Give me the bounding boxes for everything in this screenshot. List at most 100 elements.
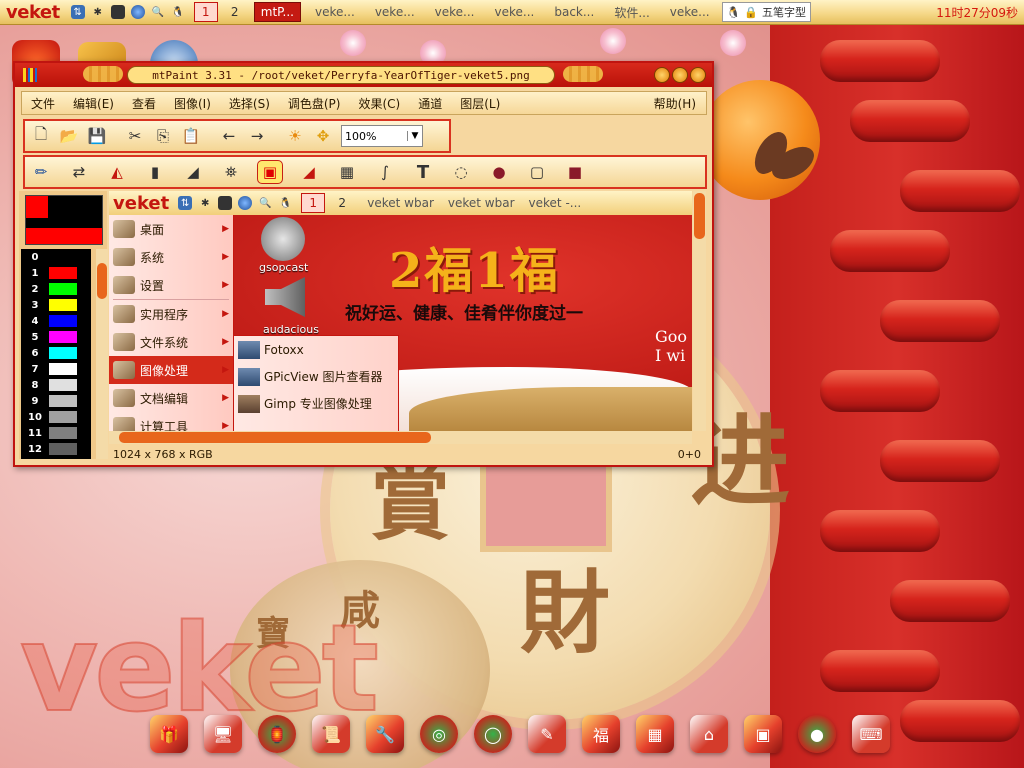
line-icon[interactable]: ▮ [143, 161, 167, 183]
palette-color-swatch[interactable] [49, 251, 77, 263]
clone-icon[interactable]: ⛯ [219, 161, 243, 183]
window-titlebar[interactable]: mtPaint 3.31 - /root/veket/Perryfa-YearO… [15, 63, 712, 87]
chevron-down-icon[interactable]: ▼ [407, 131, 422, 141]
dock-monitor-icon[interactable]: 🖥 [204, 715, 242, 753]
input-method-indicator[interactable]: 🐧 🔒 五笔字型 [721, 2, 812, 22]
lasso-icon[interactable]: ◢ [297, 161, 321, 183]
palette-color-swatch[interactable] [49, 427, 77, 439]
ellipse-fill-icon[interactable]: ● [487, 161, 511, 183]
scrollbar-thumb[interactable] [119, 432, 431, 443]
task-mtpaint[interactable]: mtP... [253, 2, 301, 22]
task-item[interactable]: back... [548, 3, 600, 21]
brush-icon[interactable]: ⇄ [67, 161, 91, 183]
palette-row[interactable]: 0 [21, 249, 91, 265]
pick-color-icon[interactable]: ▦ [335, 161, 359, 183]
dock-fu-icon[interactable]: 福 [582, 715, 620, 753]
save-icon[interactable]: 💾 [85, 125, 109, 147]
menu-palette[interactable]: 调色盘(P) [279, 95, 350, 112]
pan-icon[interactable]: ✥ [311, 125, 335, 147]
palette-row[interactable]: 4 [21, 313, 91, 329]
polygon-icon[interactable]: ∫ [373, 161, 397, 183]
palette-row[interactable]: 7 [21, 361, 91, 377]
dock-lantern-icon[interactable]: 🏮 [258, 715, 296, 753]
terminal-icon[interactable] [110, 5, 125, 19]
menu-effects[interactable]: 效果(C) [349, 95, 409, 112]
dock-rings-icon[interactable]: ◯ [474, 715, 512, 753]
new-file-icon[interactable]: 🗋 [29, 125, 53, 147]
palette-color-swatch[interactable] [49, 411, 77, 423]
palette-color-swatch[interactable] [49, 379, 77, 391]
task-item[interactable]: veke... [489, 3, 541, 21]
background-color[interactable] [26, 228, 102, 244]
dock-computer-icon[interactable]: ⌨ [852, 715, 890, 753]
pencil-icon[interactable]: ✏ [29, 161, 53, 183]
menu-view[interactable]: 查看 [123, 95, 165, 112]
palette-row[interactable]: 9 [21, 393, 91, 409]
flood-fill-icon[interactable]: ◭ [105, 161, 129, 183]
palette-color-swatch[interactable] [49, 299, 77, 311]
palette-row[interactable]: 5 [21, 329, 91, 345]
redo-icon[interactable]: → [245, 125, 269, 147]
scrollbar-thumb[interactable] [97, 263, 107, 299]
dock-tools-icon[interactable]: 🔧 [366, 715, 404, 753]
menu-channels[interactable]: 通道 [409, 95, 451, 112]
workspace-1[interactable]: 1 [193, 2, 218, 22]
menu-edit[interactable]: 编辑(E) [64, 95, 123, 112]
open-folder-icon[interactable]: 📂 [57, 125, 81, 147]
browser-icon[interactable] [130, 5, 145, 19]
smudge-icon[interactable]: ◢ [181, 161, 205, 183]
veket-logo[interactable]: veket [0, 2, 68, 23]
rectangle-outline-icon[interactable]: ▢ [525, 161, 549, 183]
palette-color-swatch[interactable] [49, 331, 77, 343]
menu-file[interactable]: 文件 [22, 95, 64, 112]
palette-color-swatch[interactable] [49, 267, 77, 279]
menu-help[interactable]: 帮助(H) [645, 95, 706, 112]
palette-color-swatch[interactable] [49, 347, 77, 359]
canvas-horizontal-scrollbar[interactable] [109, 431, 692, 444]
dock-wreath-icon[interactable]: ◎ [420, 715, 458, 753]
dock-scroll-icon[interactable]: 📜 [312, 715, 350, 753]
workspace-2[interactable]: 2 [224, 3, 246, 21]
zoom-select[interactable]: 100% ▼ [341, 125, 423, 147]
search-icon[interactable]: 🔍 [151, 5, 165, 19]
color-swatch-preview[interactable] [25, 195, 103, 245]
palette-row[interactable]: 6 [21, 345, 91, 361]
dock-paint-icon[interactable]: ✎ [528, 715, 566, 753]
rectangle-fill-icon[interactable]: ■ [563, 161, 587, 183]
palette-row[interactable]: 1 [21, 265, 91, 281]
dock-drum-icon[interactable]: ● [798, 715, 836, 753]
dock-house-icon[interactable]: ⌂ [690, 715, 728, 753]
select-rectangle-icon[interactable]: ▣ [257, 160, 283, 184]
palette-row[interactable]: 11 [21, 425, 91, 441]
cut-icon[interactable]: ✂ [123, 125, 147, 147]
task-item[interactable]: veke... [429, 3, 481, 21]
task-item[interactable]: 软件... [608, 3, 655, 21]
palette-scrollbar[interactable] [96, 249, 108, 459]
dock-gift-icon[interactable]: 🎁 [150, 715, 188, 753]
dock-box-icon[interactable]: ▣ [744, 715, 782, 753]
menu-image[interactable]: 图像(I) [165, 95, 220, 112]
paste-icon[interactable]: 📋 [179, 125, 203, 147]
dock-calendar-icon[interactable]: ▦ [636, 715, 674, 753]
palette-row[interactable]: 8 [21, 377, 91, 393]
copy-icon[interactable]: ⎘ [151, 125, 175, 147]
undo-icon[interactable]: ← [217, 125, 241, 147]
text-icon[interactable]: T [411, 161, 435, 183]
minimize-button[interactable] [654, 67, 670, 83]
palette-row[interactable]: 12 [21, 441, 91, 457]
maximize-button[interactable] [672, 67, 688, 83]
menu-selection[interactable]: 选择(S) [220, 95, 279, 112]
palette-color-swatch[interactable] [49, 363, 77, 375]
mtpaint-app-icon[interactable] [23, 68, 37, 82]
settings-icon[interactable]: ✱ [91, 5, 105, 19]
network-icon[interactable]: ⇅ [70, 5, 85, 19]
task-item[interactable]: veke... [369, 3, 421, 21]
canvas-vertical-scrollbar[interactable] [693, 191, 706, 431]
qq-icon[interactable]: 🐧 [171, 5, 185, 19]
palette-row[interactable]: 3 [21, 297, 91, 313]
palette-color-swatch[interactable] [49, 443, 77, 455]
foreground-color[interactable] [26, 196, 48, 218]
palette-color-swatch[interactable] [49, 283, 77, 295]
palette-row[interactable]: 2 [21, 281, 91, 297]
task-item[interactable]: veke... [309, 3, 361, 21]
